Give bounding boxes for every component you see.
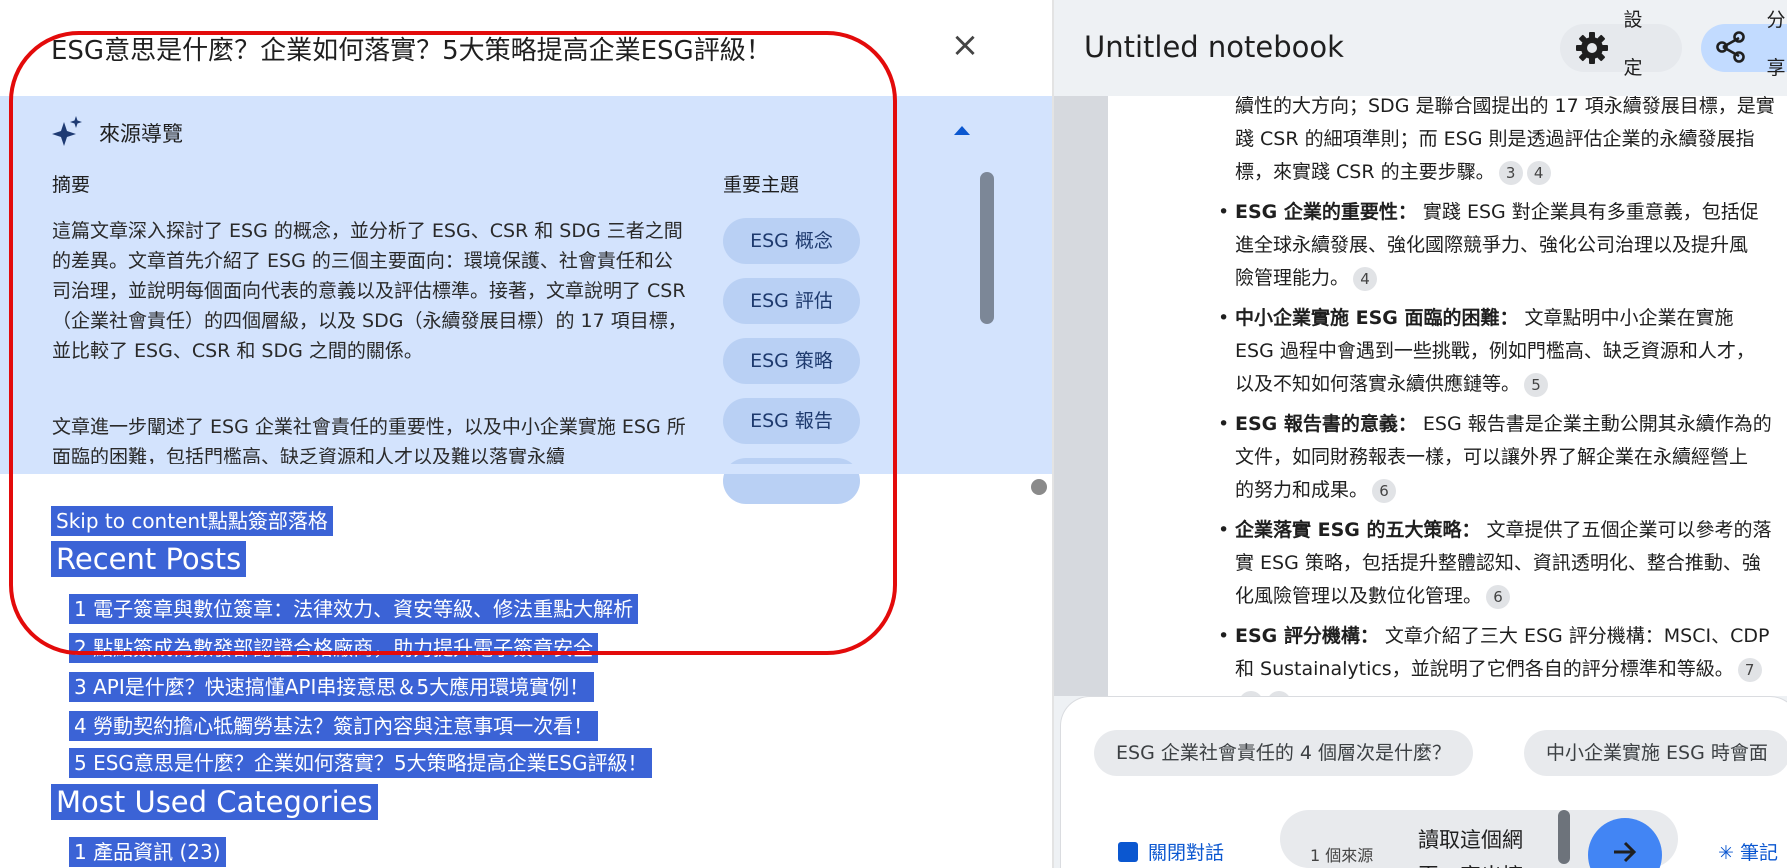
list-item[interactable]: 3 API是什麼？快速搞懂API串接意思＆5大應用環境實例！ [69, 672, 595, 702]
guide-scrollbar[interactable] [980, 172, 994, 324]
citation-badge[interactable]: 6 [1486, 584, 1511, 609]
note-line: 89 [1235, 686, 1291, 696]
chat-input-text[interactable]: 讀取這個網 頁，寫出摘 [1418, 822, 1523, 868]
suggested-question[interactable]: ESG 企業社會責任的 4 個層次是什麼？ [1094, 730, 1473, 776]
scroll-handle[interactable] [1031, 479, 1047, 495]
note-line: 踐 CSR 的細項準則；而 ESG 則是透過評估企業的永續發展指 [1235, 128, 1755, 150]
topic-chip[interactable]: ESG 評估 [723, 278, 860, 324]
source-title: ESG意思是什麼？企業如何落實？5大策略提高企業ESG評級！ [51, 36, 772, 66]
note-line: 化風險管理以及數位化管理。 6 [1235, 580, 1511, 613]
gear-icon [1576, 32, 1608, 64]
source-count: 1 個來源 [1310, 846, 1374, 865]
note-line: 標，來實踐 CSR 的主要步驟。 3 4 [1235, 156, 1551, 189]
guide-bottom-edge [0, 464, 1052, 474]
sparkle-icon [52, 116, 82, 146]
note-line: 進全球永續發展、強化國際競爭力、強化公司治理以及提升風 [1235, 234, 1749, 256]
topic-chip[interactable]: ESG 概念 [723, 218, 860, 264]
bullet-icon: • [1218, 413, 1230, 435]
citation-badge[interactable]: 6 [1372, 478, 1397, 503]
topic-chip[interactable]: ESG 報告 [723, 398, 860, 444]
source-guide: 來源導覽 摘要 重要主題 這篇文章深入探討了 ESG 的概念，並分析了 ESG、… [0, 96, 1052, 504]
arrow-right-icon [1614, 841, 1637, 863]
chat-icon [1118, 842, 1138, 862]
notebook-title[interactable]: Untitled notebook [1084, 30, 1344, 64]
note-line: ESG 報告書的意義： ESG 報告書是企業主動公開其永續作為的 [1235, 413, 1772, 435]
chat-response: 續性的大方向；SDG 是聯合國提出的 17 項永續發展目標，是實 踐 CSR 的… [1108, 96, 1787, 696]
citation-badge[interactable]: 4 [1526, 160, 1551, 185]
citation-badge[interactable]: 7 [1737, 657, 1762, 682]
summary-paragraph: 這篇文章深入探討了 ESG 的概念，並分析了 ESG、CSR 和 SDG 三者之… [52, 220, 687, 362]
citation-badge[interactable]: 4 [1353, 266, 1378, 291]
bullet-icon: • [1218, 201, 1230, 223]
close-chat-button[interactable]: 關閉對話 [1118, 838, 1224, 865]
note-line: 中小企業實施 ESG 面臨的困難： 文章點明中小企業在實施 [1235, 307, 1734, 329]
note-line: ESG 評分機構： 文章介紹了三大 ESG 評分機構：MSCI、CDP [1235, 625, 1770, 647]
note-line: 以及不知如何落實永續供應鏈等。 5 [1235, 368, 1549, 401]
notebook-panel: Untitled notebook 設定 分 享 續性的大方向；SDG 是聯合國… [1054, 0, 1787, 868]
skip-link[interactable]: Skip to content點點簽部落格 [51, 506, 333, 536]
citation-badge[interactable]: 3 [1498, 160, 1523, 185]
list-item[interactable]: 4 勞動契約擔心牴觸勞基法？簽訂內容與注意事項一次看！ [69, 711, 599, 741]
note-line: ESG 企業的重要性： 實踐 ESG 對企業具有多重意義，包括促 [1235, 201, 1759, 223]
note-line: 實 ESG 策略，包括提升整體認知、資訊透明化、整合推動、強 [1235, 552, 1761, 574]
topic-chip[interactable]: ESG 策略 [723, 338, 860, 384]
note-line: 和 Sustainalytics，並說明了它們各自的評分標準和等級。 7 [1235, 653, 1762, 686]
notes-button[interactable]: ✳ 筆記 [1718, 838, 1778, 865]
list-item[interactable]: 1 產品資訊 (23) [69, 837, 226, 867]
note-line: 的努力和成果。 6 [1235, 474, 1397, 507]
list-item[interactable]: 1 電子簽章與數位簽章：法律效力、資安等級、修法重點大解析 [69, 594, 639, 624]
note-line: 險管理能力。 4 [1235, 262, 1378, 295]
note-line: 企業落實 ESG 的五大策略： 文章提供了五個企業可以參考的落 [1235, 519, 1772, 541]
suggested-question[interactable]: 中小企業實施 ESG 時會面 [1524, 730, 1787, 776]
list-item[interactable]: 2 點點簽成為數發部認證合格廠商，助力提升電子簽章安全 [69, 633, 599, 663]
settings-label: 設定 [1623, 9, 1643, 79]
summary-label: 摘要 [52, 174, 91, 196]
source-viewer-panel: ESG意思是什麼？企業如何落實？5大策略提高企業ESG評級！ × 來源導覽 摘要… [0, 0, 1052, 868]
collapse-caret-icon[interactable] [954, 126, 970, 135]
summary-paragraph: 文章進一步闡述了 ESG 企業社會責任的重要性，以及中小企業實施 ESG 所面臨… [52, 416, 686, 468]
guide-title: 來源導覽 [99, 122, 183, 146]
notes-rail [1054, 96, 1108, 696]
input-scrollbar[interactable] [1558, 810, 1570, 864]
close-icon[interactable]: × [950, 28, 980, 62]
bullet-icon: • [1218, 519, 1230, 541]
note-line: ESG 過程中會遇到一些挑戰，例如門檻高、缺乏資源和人才， [1235, 340, 1755, 362]
topics-label: 重要主題 [723, 174, 800, 196]
list-item[interactable]: 5 ESG意思是什麼？企業如何落實？5大策略提高企業ESG評級！ [69, 748, 653, 778]
bullet-icon: • [1218, 307, 1230, 329]
note-line: 續性的大方向；SDG 是聯合國提出的 17 項永續發展目標，是實 [1235, 96, 1775, 117]
note-line: 文件，如同財務報表一樣，可以讓外界了解企業在永續經營上 [1235, 446, 1749, 468]
recent-posts-heading: Recent Posts [51, 541, 247, 577]
share-label: 分享 [1766, 9, 1786, 79]
share-icon [1716, 31, 1745, 63]
citation-badge[interactable]: 5 [1524, 372, 1549, 397]
categories-heading: Most Used Categories [51, 784, 378, 820]
bullet-icon: • [1218, 625, 1230, 647]
